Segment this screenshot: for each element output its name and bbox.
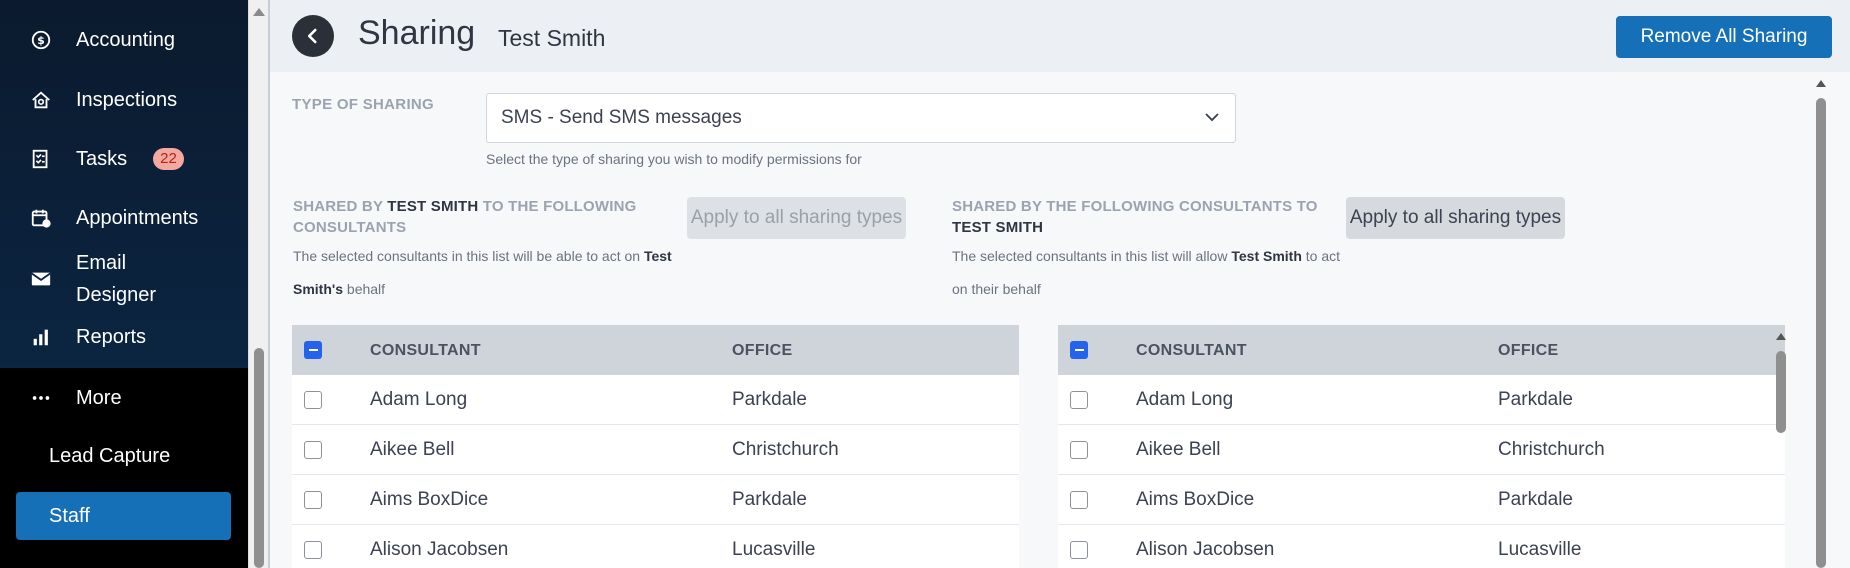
sharing-type-helper: Select the type of sharing you wish to m… xyxy=(486,151,862,167)
row-checkbox[interactable] xyxy=(1070,541,1088,559)
type-of-sharing-label: TYPE OF SHARING xyxy=(292,96,435,113)
left-consultants-table: CONSULTANT OFFICE Adam Long Parkdale Aik… xyxy=(292,325,1019,568)
row-checkbox[interactable] xyxy=(1070,391,1088,409)
left-apply-all-button[interactable]: Apply to all sharing types xyxy=(687,197,906,239)
row-checkbox[interactable] xyxy=(1070,491,1088,509)
page-header: Sharing Test Smith Remove All Sharing xyxy=(270,0,1850,72)
column-header-office: OFFICE xyxy=(732,342,793,359)
row-checkbox[interactable] xyxy=(1070,441,1088,459)
remove-all-sharing-button[interactable]: Remove All Sharing xyxy=(1616,16,1832,58)
row-checkbox[interactable] xyxy=(304,391,322,409)
scroll-up-arrow-icon[interactable] xyxy=(1776,333,1786,340)
sidebar-subitem-lead-capture[interactable]: Lead Capture xyxy=(16,432,231,480)
right-section-heading: SHARED BY THE FOLLOWING CONSULTANTS TO T… xyxy=(952,198,1318,236)
table-row[interactable]: Adam Long Parkdale xyxy=(1058,375,1785,425)
envelope-icon xyxy=(28,266,54,292)
select-all-checkbox[interactable] xyxy=(304,341,322,359)
sidebar-item-label: Accounting xyxy=(76,28,175,51)
sidebar-item-label: Inspections xyxy=(76,88,178,111)
sidebar-subitem-staff[interactable]: Staff xyxy=(16,492,231,540)
page-subtitle: Test Smith xyxy=(498,25,606,51)
office-name: Parkdale xyxy=(1498,489,1573,510)
sidebar-item-label: Email Designer xyxy=(76,252,157,306)
checklist-icon xyxy=(28,146,54,172)
scrollbar-thumb[interactable] xyxy=(1816,98,1826,568)
table-header: CONSULTANT OFFICE xyxy=(1058,325,1785,375)
consultant-name: Aims BoxDice xyxy=(370,489,489,510)
table-row[interactable]: Aikee Bell Christchurch xyxy=(292,425,1019,475)
content-scrollbar[interactable] xyxy=(1810,72,1832,568)
row-checkbox[interactable] xyxy=(304,441,322,459)
consultant-name: Adam Long xyxy=(1136,389,1234,410)
home-search-icon xyxy=(28,87,54,113)
office-name: Lucasville xyxy=(1498,539,1582,560)
consultant-name: Aikee Bell xyxy=(1136,439,1221,460)
calendar-clock-icon xyxy=(28,205,54,231)
office-name: Parkdale xyxy=(1498,389,1573,410)
sidebar-item-label: Reports xyxy=(76,325,147,348)
consultant-name: Adam Long xyxy=(370,389,468,410)
office-name: Parkdale xyxy=(732,389,807,410)
right-apply-all-button[interactable]: Apply to all sharing types xyxy=(1346,197,1565,239)
sidebar-item-reports[interactable]: Reports xyxy=(0,319,248,355)
sidebar-item-label: Tasks xyxy=(76,147,128,170)
table-row[interactable]: Aims BoxDice Parkdale xyxy=(292,475,1019,525)
ellipsis-icon xyxy=(28,385,54,411)
sharing-type-select[interactable]: SMS - Send SMS messages xyxy=(486,93,1236,143)
scrollbar-thumb[interactable] xyxy=(1776,351,1786,433)
column-header-consultant: CONSULTANT xyxy=(1136,342,1247,359)
office-name: Christchurch xyxy=(1498,439,1605,460)
chevron-down-icon xyxy=(1205,113,1219,122)
select-all-checkbox[interactable] xyxy=(1070,341,1088,359)
table-row[interactable]: Alison Jacobsen Lucasville xyxy=(1058,525,1785,568)
row-checkbox[interactable] xyxy=(304,491,322,509)
left-section-description: The selected consultants in this list wi… xyxy=(293,248,672,297)
sidebar-item-accounting[interactable]: $ Accounting xyxy=(0,22,248,58)
bar-chart-icon xyxy=(28,324,54,350)
column-header-consultant: CONSULTANT xyxy=(370,342,481,359)
sidebar-item-tasks[interactable]: Tasks 22 xyxy=(0,141,248,177)
scroll-up-arrow-icon[interactable] xyxy=(1816,80,1826,87)
page-title: Sharing xyxy=(358,14,476,52)
sidebar: $ Accounting Inspections Tasks 22 Appoin… xyxy=(0,0,248,568)
svg-text:$: $ xyxy=(37,34,45,47)
chevron-left-icon xyxy=(307,28,317,44)
table-row[interactable]: Aikee Bell Christchurch xyxy=(1058,425,1785,475)
sidebar-item-appointments[interactable]: Appointments xyxy=(0,200,248,236)
sidebar-item-email-designer[interactable]: Email Designer xyxy=(0,246,248,312)
office-name: Christchurch xyxy=(732,439,839,460)
dollar-circle-icon: $ xyxy=(28,27,54,53)
sidebar-scrollbar[interactable] xyxy=(248,0,268,568)
sidebar-item-label: Appointments xyxy=(76,206,199,229)
right-section-description: The selected consultants in this list wi… xyxy=(952,248,1341,297)
consultant-name: Aikee Bell xyxy=(370,439,455,460)
sidebar-item-inspections[interactable]: Inspections xyxy=(0,82,248,118)
column-header-office: OFFICE xyxy=(1498,342,1559,359)
consultant-name: Alison Jacobsen xyxy=(1136,539,1275,560)
table-row[interactable]: Alison Jacobsen Lucasville xyxy=(292,525,1019,568)
left-section-heading: SHARED BY TEST SMITH TO THE FOLLOWING CO… xyxy=(293,198,637,236)
table-row[interactable]: Adam Long Parkdale xyxy=(292,375,1019,425)
sharing-type-selected-value: SMS - Send SMS messages xyxy=(501,107,742,128)
table-scrollbar[interactable] xyxy=(1770,325,1792,568)
row-checkbox[interactable] xyxy=(304,541,322,559)
back-button[interactable] xyxy=(292,15,334,57)
table-header: CONSULTANT OFFICE xyxy=(292,325,1019,375)
scrollbar-thumb[interactable] xyxy=(254,348,264,568)
consultant-name: Aims BoxDice xyxy=(1136,489,1255,510)
scroll-up-arrow-icon[interactable] xyxy=(253,8,265,16)
tasks-count-badge: 22 xyxy=(153,148,184,170)
more-menu-area: More Lead Capture Staff xyxy=(0,368,248,568)
consultant-name: Alison Jacobsen xyxy=(370,539,509,560)
office-name: Lucasville xyxy=(732,539,816,560)
right-consultants-table: CONSULTANT OFFICE Adam Long Parkdale Aik… xyxy=(1058,325,1785,568)
office-name: Parkdale xyxy=(732,489,807,510)
table-row[interactable]: Aims BoxDice Parkdale xyxy=(1058,475,1785,525)
sidebar-item-more[interactable]: More xyxy=(0,380,248,416)
main-content: Sharing Test Smith Remove All Sharing TY… xyxy=(268,0,1850,568)
sidebar-item-label: More xyxy=(76,386,122,409)
